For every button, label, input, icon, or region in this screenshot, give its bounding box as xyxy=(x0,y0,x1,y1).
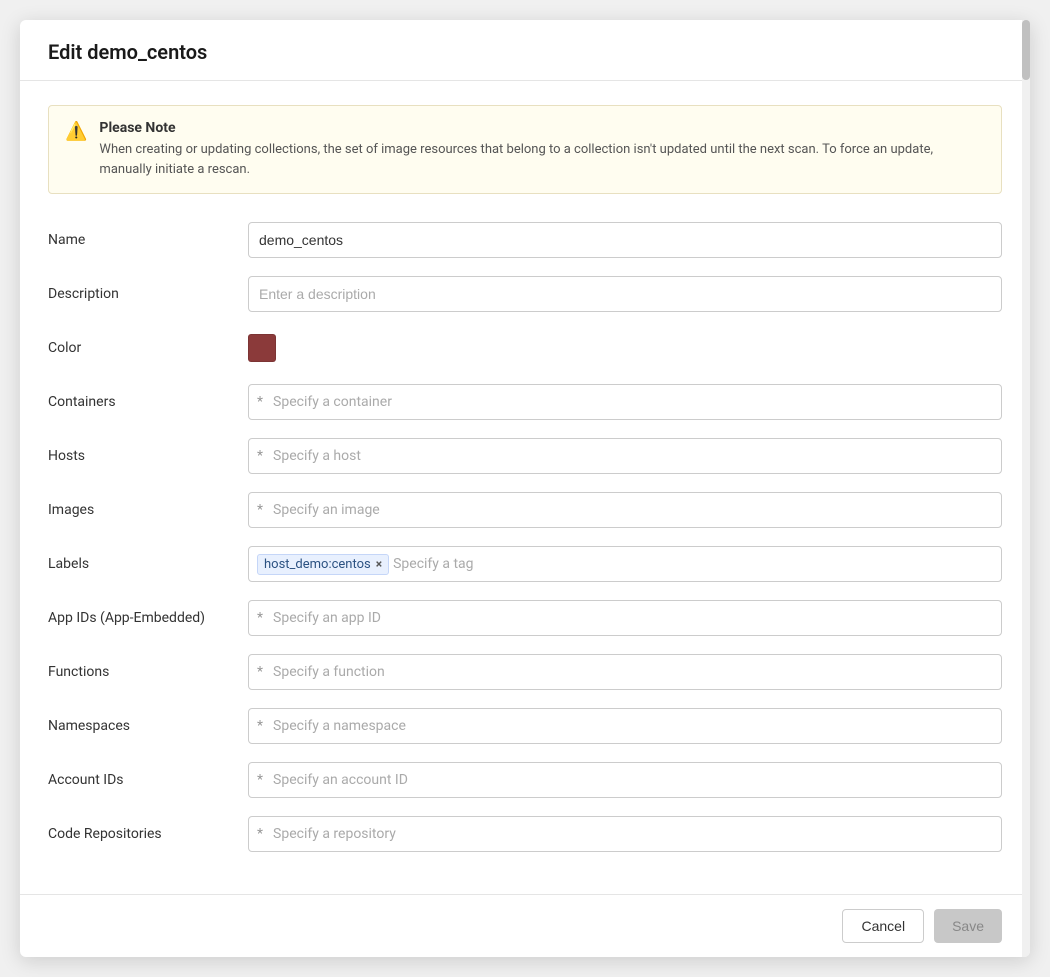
hosts-placeholder: Specify a host xyxy=(273,448,361,464)
account-ids-label: Account IDs xyxy=(48,772,248,788)
color-row: Color xyxy=(48,330,1002,366)
scrollbar-thumb[interactable] xyxy=(1022,20,1030,80)
account-ids-row: Account IDs * Specify an account ID xyxy=(48,762,1002,798)
labels-placeholder: Specify a tag xyxy=(393,556,473,572)
modal-title: Edit demo_centos xyxy=(48,40,1002,64)
description-input[interactable] xyxy=(248,276,1002,312)
app-ids-asterisk: * xyxy=(257,610,263,626)
notice-title: Please Note xyxy=(99,120,985,136)
hosts-input[interactable]: * Specify a host xyxy=(248,438,1002,474)
images-placeholder: Specify an image xyxy=(273,502,380,518)
cancel-button[interactable]: Cancel xyxy=(842,909,924,943)
containers-row: Containers * Specify a container xyxy=(48,384,1002,420)
hosts-asterisk: * xyxy=(257,448,263,464)
code-repos-label: Code Repositories xyxy=(48,826,248,842)
code-repos-row: Code Repositories * Specify a repository xyxy=(48,816,1002,852)
account-ids-placeholder: Specify an account ID xyxy=(273,772,408,788)
account-ids-asterisk: * xyxy=(257,772,263,788)
description-row: Description xyxy=(48,276,1002,312)
namespaces-placeholder: Specify a namespace xyxy=(273,718,406,734)
code-repos-input[interactable]: * Specify a repository xyxy=(248,816,1002,852)
notice-box: ⚠️ Please Note When creating or updating… xyxy=(48,105,1002,194)
labels-label: Labels xyxy=(48,556,248,572)
hosts-row: Hosts * Specify a host xyxy=(48,438,1002,474)
app-ids-label: App IDs (App-Embedded) xyxy=(48,610,248,626)
app-ids-row: App IDs (App-Embedded) * Specify an app … xyxy=(48,600,1002,636)
functions-placeholder: Specify a function xyxy=(273,664,385,680)
warning-icon: ⚠️ xyxy=(65,121,87,142)
color-label: Color xyxy=(48,340,248,356)
namespaces-label: Namespaces xyxy=(48,718,248,734)
functions-row: Functions * Specify a function xyxy=(48,654,1002,690)
scrollbar-track xyxy=(1022,20,1030,957)
functions-asterisk: * xyxy=(257,664,263,680)
containers-input[interactable]: * Specify a container xyxy=(248,384,1002,420)
labels-input[interactable]: host_demo:centos × Specify a tag xyxy=(248,546,1002,582)
containers-placeholder: Specify a container xyxy=(273,394,392,410)
app-ids-input[interactable]: * Specify an app ID xyxy=(248,600,1002,636)
name-row: Name xyxy=(48,222,1002,258)
code-repos-asterisk: * xyxy=(257,826,263,842)
namespaces-asterisk: * xyxy=(257,718,263,734)
namespaces-row: Namespaces * Specify a namespace xyxy=(48,708,1002,744)
label-tag-text: host_demo:centos xyxy=(264,557,371,572)
modal-footer: Cancel Save xyxy=(20,894,1030,957)
images-row: Images * Specify an image xyxy=(48,492,1002,528)
code-repos-placeholder: Specify a repository xyxy=(273,826,396,842)
color-swatch[interactable] xyxy=(248,334,276,362)
modal-body: ⚠️ Please Note When creating or updating… xyxy=(20,81,1030,894)
name-input[interactable] xyxy=(248,222,1002,258)
notice-text: When creating or updating collections, t… xyxy=(99,140,985,179)
modal-header: Edit demo_centos xyxy=(20,20,1030,81)
label-tag: host_demo:centos × xyxy=(257,554,389,575)
edit-modal: Edit demo_centos ⚠️ Please Note When cre… xyxy=(20,20,1030,957)
namespaces-input[interactable]: * Specify a namespace xyxy=(248,708,1002,744)
label-tag-remove[interactable]: × xyxy=(376,557,382,571)
functions-label: Functions xyxy=(48,664,248,680)
images-label: Images xyxy=(48,502,248,518)
functions-input[interactable]: * Specify a function xyxy=(248,654,1002,690)
account-ids-input[interactable]: * Specify an account ID xyxy=(248,762,1002,798)
images-input[interactable]: * Specify an image xyxy=(248,492,1002,528)
app-ids-placeholder: Specify an app ID xyxy=(273,610,381,626)
images-asterisk: * xyxy=(257,502,263,518)
hosts-label: Hosts xyxy=(48,448,248,464)
save-button[interactable]: Save xyxy=(934,909,1002,943)
name-label: Name xyxy=(48,232,248,248)
notice-content: Please Note When creating or updating co… xyxy=(99,120,985,179)
labels-row: Labels host_demo:centos × Specify a tag xyxy=(48,546,1002,582)
containers-label: Containers xyxy=(48,394,248,410)
description-label: Description xyxy=(48,286,248,302)
containers-asterisk: * xyxy=(257,394,263,410)
